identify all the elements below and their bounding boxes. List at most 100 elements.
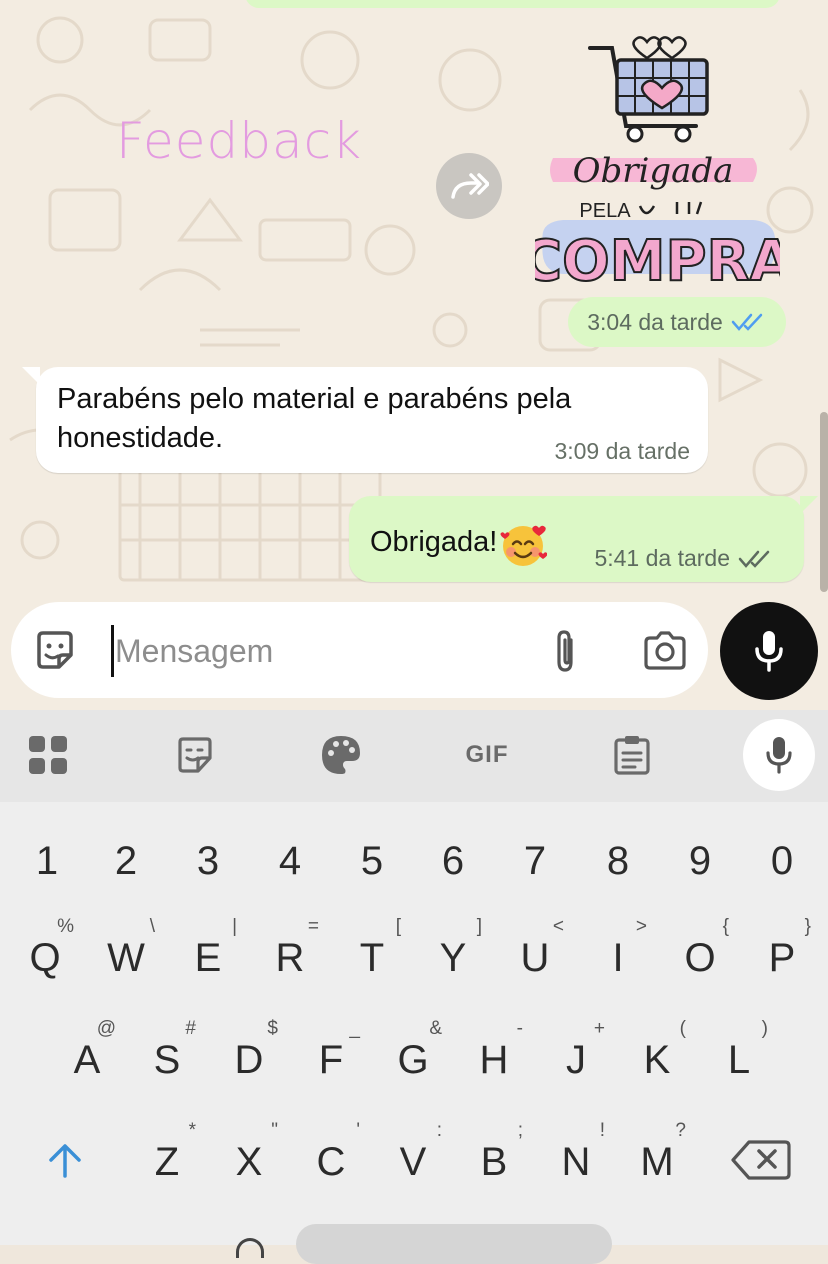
key-alt-label: =	[307, 916, 319, 937]
palette-icon	[322, 736, 360, 774]
key-e[interactable]: E |	[173, 916, 243, 998]
key-alt-label: {	[722, 916, 729, 937]
message-composer	[11, 602, 708, 698]
key-alt-label: >	[635, 916, 647, 937]
key-alt-label: @	[96, 1018, 116, 1039]
spacebar[interactable]	[296, 1224, 612, 1264]
thank-you-sticker[interactable]: Obrigada PELA COMPRA	[535, 30, 780, 292]
delivered-ticks-icon	[738, 550, 770, 568]
key-7[interactable]: 7	[500, 821, 570, 901]
key-8[interactable]: 8	[583, 821, 653, 901]
text-cursor	[111, 625, 114, 677]
key-a[interactable]: A @	[52, 1018, 122, 1100]
key-r[interactable]: R =	[255, 916, 325, 998]
key-alt-label: |	[232, 916, 237, 937]
key-alt-label: _	[349, 1018, 360, 1039]
emoji-key-partial[interactable]	[236, 1238, 264, 1258]
key-d[interactable]: D $	[214, 1018, 284, 1100]
sticker-line2: PELA	[579, 200, 631, 222]
key-i[interactable]: I >	[583, 916, 653, 998]
previous-message-bubble	[245, 0, 780, 8]
key-f[interactable]: F _	[296, 1018, 366, 1100]
key-alt-label: "	[271, 1120, 278, 1141]
key-alt-label: \	[149, 916, 155, 937]
clipboard-button[interactable]	[610, 733, 654, 777]
key-y[interactable]: Y]	[418, 916, 488, 998]
key-alt-label: *	[188, 1120, 196, 1141]
clipboard-icon	[614, 736, 650, 775]
paperclip-icon[interactable]	[549, 628, 583, 674]
key-alt-label: ;	[517, 1120, 523, 1141]
key-s[interactable]: S #	[132, 1018, 202, 1100]
sticker-time-text: 3:04 da tarde	[587, 308, 723, 335]
key-0[interactable]: 0	[747, 821, 817, 901]
key-p[interactable]: P}	[747, 916, 817, 998]
theme-button[interactable]	[319, 733, 363, 777]
key-4[interactable]: 4	[255, 821, 325, 901]
key-k[interactable]: K(	[622, 1018, 692, 1100]
gif-icon: GIF	[465, 741, 509, 768]
smiling-face-with-hearts-icon	[500, 525, 548, 566]
camera-icon[interactable]	[642, 630, 688, 672]
scrollbar[interactable]	[820, 412, 828, 592]
key-v[interactable]: V:	[378, 1120, 448, 1202]
sticker-icon	[178, 737, 212, 773]
emoji-sticker-icon[interactable]	[33, 629, 77, 673]
key-b[interactable]: B;	[459, 1120, 529, 1202]
key-z[interactable]: Z *	[132, 1120, 202, 1202]
outgoing-message-content: Obrigada!	[370, 518, 548, 566]
key-u[interactable]: U <	[500, 916, 570, 998]
outgoing-message-time: 5:41 da tarde	[594, 545, 730, 571]
key-alt-label: &	[429, 1018, 442, 1039]
key-l[interactable]: L)	[704, 1018, 774, 1100]
key-5[interactable]: 5	[337, 821, 407, 901]
shift-key[interactable]	[30, 1120, 100, 1200]
key-w[interactable]: W \	[91, 916, 161, 998]
key-x[interactable]: X "	[214, 1120, 284, 1202]
key-alt-label: ]	[476, 916, 482, 937]
shift-arrow-icon	[49, 1144, 81, 1178]
key-label: 6	[441, 839, 465, 883]
bubble-tail	[22, 367, 40, 385]
key-label: 5	[360, 839, 384, 883]
key-alt-label: (	[679, 1018, 686, 1039]
key-alt-label: }	[804, 916, 811, 937]
key-2[interactable]: 2	[91, 821, 161, 901]
outgoing-message[interactable]: Obrigada! 5:41 da tarde	[349, 496, 818, 582]
read-ticks-icon	[731, 313, 763, 331]
key-j[interactable]: J +	[541, 1018, 611, 1100]
sticker-button[interactable]	[173, 733, 217, 777]
key-label: 8	[606, 839, 630, 883]
key-label: 7	[523, 839, 547, 883]
key-alt-label: %	[57, 916, 74, 937]
key-9[interactable]: 9	[665, 821, 735, 901]
key-h[interactable]: H-	[459, 1018, 529, 1100]
key-label: 4	[278, 839, 302, 883]
forward-icon	[451, 173, 489, 199]
key-alt-label: )	[761, 1018, 768, 1039]
key-m[interactable]: M?	[622, 1120, 692, 1202]
key-g[interactable]: G &	[378, 1018, 448, 1100]
gif-button[interactable]: GIF	[462, 733, 512, 777]
key-1[interactable]: 1	[12, 821, 82, 901]
apps-grid-button[interactable]	[26, 733, 70, 777]
key-6[interactable]: 6	[418, 821, 488, 901]
key-3[interactable]: 3	[173, 821, 243, 901]
forward-button[interactable]	[436, 153, 502, 219]
key-q[interactable]: Q%	[10, 916, 80, 998]
message-input[interactable]	[115, 630, 535, 672]
key-alt-label: +	[593, 1018, 605, 1039]
incoming-message[interactable]: Parabéns pelo material e parabéns pela h…	[22, 367, 708, 473]
key-c[interactable]: C '	[296, 1120, 366, 1202]
voice-input-button[interactable]	[743, 719, 815, 791]
key-o[interactable]: O{	[665, 916, 735, 998]
incoming-message-time: 3:09 da tarde	[554, 438, 690, 464]
apps-grid-icon	[29, 736, 67, 774]
key-n[interactable]: N!	[541, 1120, 611, 1202]
key-label: 1	[35, 839, 59, 883]
feedback-label: Feedback	[116, 112, 363, 170]
backspace-key[interactable]	[726, 1120, 796, 1200]
record-voice-button[interactable]	[720, 602, 818, 700]
key-t[interactable]: T[	[337, 916, 407, 998]
key-alt-label: $	[267, 1018, 278, 1039]
